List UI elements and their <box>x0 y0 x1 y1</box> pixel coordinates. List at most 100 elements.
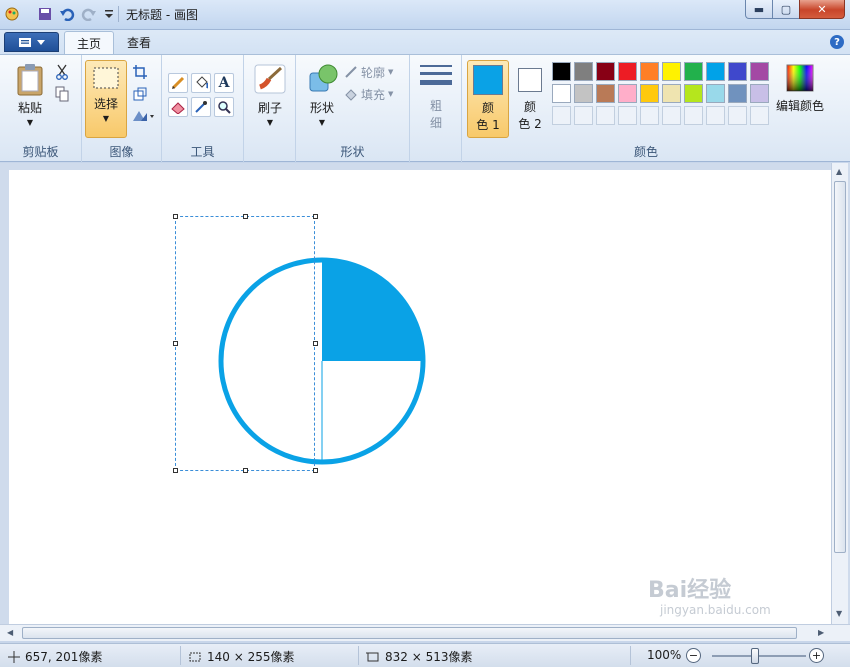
save-icon[interactable] <box>36 5 54 23</box>
selection-handle[interactable] <box>173 214 178 219</box>
drawing-canvas[interactable] <box>9 170 831 630</box>
palette-swatch[interactable] <box>750 84 769 103</box>
size-label-top: 粗 <box>429 99 442 113</box>
fill-button[interactable]: 填充 ▼ <box>344 85 404 103</box>
selection-handle[interactable] <box>313 214 318 219</box>
horizontal-scroll-thumb[interactable] <box>22 627 797 639</box>
image-size: 832 × 513像素 <box>366 648 473 665</box>
palette-empty-slot[interactable] <box>706 106 725 125</box>
palette-swatch[interactable] <box>574 84 593 103</box>
redo-icon[interactable] <box>80 5 98 23</box>
horizontal-scrollbar[interactable]: ◀ ▶ <box>0 624 850 641</box>
eraser-icon[interactable] <box>168 97 188 117</box>
scroll-up-icon[interactable]: ▲ <box>836 167 842 176</box>
resize-icon[interactable] <box>130 85 150 103</box>
colors-group-label: 颜色 <box>633 145 658 159</box>
scroll-left-icon[interactable]: ◀ <box>7 628 13 637</box>
tab-view[interactable]: 查看 <box>115 31 163 54</box>
edit-colors-label: 编辑颜色 <box>775 99 824 113</box>
color1-button[interactable]: 颜 色 1 <box>467 60 509 138</box>
selection-handle[interactable] <box>313 341 318 346</box>
customize-qat-icon[interactable] <box>100 5 118 23</box>
color1-swatch <box>473 65 503 95</box>
pencil-icon[interactable] <box>168 73 188 93</box>
brushes-button[interactable]: 刷子 ▼ <box>250 63 290 127</box>
vertical-scroll-thumb[interactable] <box>834 181 846 553</box>
cut-icon[interactable] <box>52 63 72 81</box>
copy-icon[interactable] <box>52 85 72 103</box>
palette-empty-slot[interactable] <box>684 106 703 125</box>
line-width-icon <box>420 65 452 85</box>
color-picker-icon[interactable] <box>191 97 211 117</box>
magnifier-icon[interactable] <box>214 97 234 117</box>
selection-handle[interactable] <box>173 341 178 346</box>
select-button[interactable]: 选择 ▼ <box>85 60 127 138</box>
palette-swatch[interactable] <box>640 62 659 81</box>
palette-swatch[interactable] <box>684 62 703 81</box>
palette-swatch[interactable] <box>750 62 769 81</box>
zoom-in-button[interactable]: + <box>809 648 824 663</box>
zoom-slider-thumb[interactable] <box>751 648 759 664</box>
palette-swatch[interactable] <box>552 84 571 103</box>
outline-button[interactable]: 轮廓 ▼ <box>344 63 404 81</box>
palette-swatch[interactable] <box>552 62 571 81</box>
color-spectrum-icon <box>786 64 814 92</box>
title-separator <box>118 6 119 22</box>
selection-handle[interactable] <box>313 468 318 473</box>
palette-swatch[interactable] <box>596 62 615 81</box>
palette-swatch[interactable] <box>618 62 637 81</box>
palette-empty-slot[interactable] <box>662 106 681 125</box>
shapes-button[interactable]: 形状 ▼ <box>302 63 342 127</box>
palette-swatch[interactable] <box>728 84 747 103</box>
selection-rectangle[interactable] <box>175 216 315 471</box>
palette-swatch[interactable] <box>662 62 681 81</box>
palette-swatch[interactable] <box>618 84 637 103</box>
palette-swatch[interactable] <box>596 84 615 103</box>
palette-swatch[interactable] <box>706 62 725 81</box>
selection-handle[interactable] <box>173 468 178 473</box>
paint-menu-button[interactable] <box>4 32 59 52</box>
palette-empty-slot[interactable] <box>750 106 769 125</box>
palette-empty-slot[interactable] <box>618 106 637 125</box>
close-button[interactable]: ✕ <box>799 0 845 19</box>
size-button[interactable]: 粗 细 <box>417 63 455 131</box>
selection-handle[interactable] <box>243 214 248 219</box>
scroll-right-icon[interactable]: ▶ <box>818 628 824 637</box>
crop-icon[interactable] <box>130 63 150 81</box>
zoom-out-button[interactable]: − <box>686 648 701 663</box>
palette-empty-slot[interactable] <box>596 106 615 125</box>
status-separator <box>630 646 631 665</box>
fill-bucket-icon[interactable] <box>191 73 211 93</box>
palette-swatch[interactable] <box>574 62 593 81</box>
palette-empty-slot[interactable] <box>640 106 659 125</box>
shapes-group: 形状 ▼ 轮廓 ▼ 填充 ▼ 形状 <box>296 55 410 163</box>
text-tool-icon[interactable]: A <box>214 73 234 93</box>
selection-handle[interactable] <box>243 468 248 473</box>
palette-swatch[interactable] <box>684 84 703 103</box>
minimize-button[interactable]: ▬ <box>745 0 773 19</box>
image-group-label: 图像 <box>109 145 134 159</box>
palette-swatch[interactable] <box>662 84 681 103</box>
maximize-button[interactable]: ▢ <box>772 0 800 19</box>
color2-button[interactable]: 颜 色 2 <box>512 60 548 138</box>
palette-empty-slot[interactable] <box>574 106 593 125</box>
scroll-down-icon[interactable]: ▼ <box>836 609 842 618</box>
palette-swatch[interactable] <box>640 84 659 103</box>
status-separator <box>358 646 359 665</box>
tab-home[interactable]: 主页 <box>64 31 115 54</box>
cursor-position-text: 657, 201像素 <box>25 650 103 664</box>
title-bar: 无标题 - 画图 ▬ ▢ ✕ <box>0 0 850 30</box>
help-icon[interactable]: ? <box>830 35 844 49</box>
palette-empty-slot[interactable] <box>552 106 571 125</box>
undo-icon[interactable] <box>58 5 76 23</box>
palette-empty-slot[interactable] <box>728 106 747 125</box>
paint-app-icon[interactable] <box>3 5 21 23</box>
palette-swatch[interactable] <box>706 84 725 103</box>
zoom-slider-track[interactable] <box>712 655 806 657</box>
rotate-icon[interactable] <box>130 107 156 125</box>
vertical-scrollbar[interactable]: ▲ ▼ <box>831 163 848 641</box>
palette-swatch[interactable] <box>728 62 747 81</box>
paste-button[interactable]: 粘贴 ▼ <box>12 63 48 127</box>
crosshair-icon <box>8 650 20 663</box>
edit-colors-button[interactable]: 编辑颜色 <box>772 63 828 114</box>
